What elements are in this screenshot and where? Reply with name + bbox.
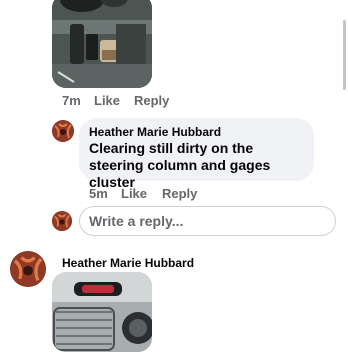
comment-photo-bottom[interactable] bbox=[52, 272, 152, 352]
like-button[interactable]: Like bbox=[94, 93, 120, 108]
comment-author-name[interactable]: Heather Marie Hubbard bbox=[89, 125, 221, 139]
dashboard-photo bbox=[52, 272, 152, 352]
avatar[interactable] bbox=[10, 251, 46, 287]
reply-input-container[interactable] bbox=[79, 206, 336, 236]
profile-picture bbox=[52, 211, 72, 231]
comment-author-name[interactable]: Heather Marie Hubbard bbox=[62, 256, 194, 270]
like-button[interactable]: Like bbox=[121, 186, 147, 201]
comment-1-actions: 7m Like Reply bbox=[0, 93, 348, 109]
profile-picture bbox=[10, 251, 46, 287]
avatar[interactable] bbox=[52, 211, 72, 231]
comment-bubble: Heather Marie Hubbard Clearing still dir… bbox=[79, 118, 314, 190]
car-interior-photo bbox=[52, 0, 152, 88]
comment-photo-top[interactable] bbox=[52, 0, 152, 88]
reply-input[interactable] bbox=[89, 212, 319, 230]
comment-2-actions: 5m Like Reply bbox=[0, 186, 348, 202]
reply-button[interactable]: Reply bbox=[162, 186, 197, 201]
comment-time: 5m bbox=[89, 186, 108, 201]
avatar[interactable] bbox=[52, 120, 74, 142]
comment-text: Clearing still dirty on the steering col… bbox=[89, 140, 271, 190]
reply-button[interactable]: Reply bbox=[134, 93, 169, 108]
profile-picture bbox=[52, 120, 74, 142]
comment-time: 7m bbox=[62, 93, 81, 108]
scrollbar[interactable] bbox=[343, 20, 346, 90]
